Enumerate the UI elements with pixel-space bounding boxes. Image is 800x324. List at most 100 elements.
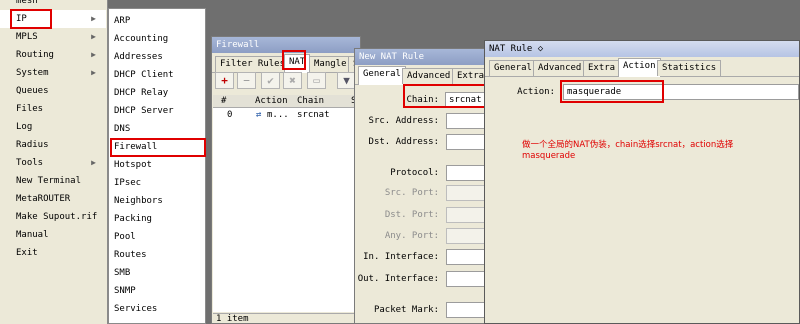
action-highlight-box bbox=[560, 80, 664, 103]
row-num: 0 bbox=[227, 110, 233, 120]
menu-item-new-terminal[interactable]: New Terminal bbox=[0, 172, 106, 190]
tab-filter-rules[interactable]: Filter Rules bbox=[215, 56, 291, 72]
annotation-note: 做一个全局的NAT伪装，chain选择srcnat，action选择 masqu… bbox=[522, 140, 792, 162]
nat-rule-tab-bar: General Advanced Extra Action Statistics bbox=[485, 57, 799, 77]
src-address-label: Src. Address: bbox=[368, 116, 439, 126]
main-menu: mesh IP ▶ MPLS ▶ Routing ▶ System ▶ Queues F… bbox=[0, 0, 108, 324]
menu-item-system[interactable]: System ▶ bbox=[0, 64, 106, 82]
action-label: Action: bbox=[517, 87, 555, 97]
menu-item-radius[interactable]: Radius bbox=[0, 136, 106, 154]
submenu-item-arp[interactable]: ARP bbox=[109, 12, 205, 30]
dst-address-field[interactable] bbox=[446, 134, 487, 150]
submenu-item-dhcp-client[interactable]: DHCP Client bbox=[109, 66, 205, 84]
submenu-item-dhcp-server[interactable]: DHCP Server bbox=[109, 102, 205, 120]
annotation-line-2: masquerade bbox=[522, 151, 576, 161]
menu-item-log[interactable]: Log bbox=[0, 118, 106, 136]
tab-statistics[interactable]: Statistics bbox=[657, 60, 722, 76]
title-diamond-icon: ◇ bbox=[537, 44, 544, 54]
submenu-item-smb[interactable]: SMB bbox=[109, 264, 205, 282]
row-action: m... bbox=[267, 110, 289, 120]
menu-item-label: mesh bbox=[16, 0, 38, 6]
nat-rule-title-bar[interactable]: NAT Rule ◇ bbox=[485, 41, 799, 57]
row-chain: srcnat bbox=[297, 110, 330, 120]
submenu-item-services[interactable]: Services bbox=[109, 300, 205, 318]
column-header-num[interactable]: # bbox=[221, 96, 226, 106]
tab-advanced[interactable]: Advanced bbox=[533, 60, 587, 76]
out-interface-select[interactable] bbox=[446, 271, 487, 287]
add-icon[interactable]: + bbox=[215, 72, 234, 89]
src-port-field[interactable] bbox=[446, 185, 487, 201]
submenu-item-dns[interactable]: DNS bbox=[109, 120, 205, 138]
menu-item-exit[interactable]: Exit bbox=[0, 244, 106, 262]
status-bar: 1 item bbox=[213, 313, 359, 324]
submenu-item-neighbors[interactable]: Neighbors bbox=[109, 192, 205, 210]
tab-general[interactable]: General bbox=[358, 66, 406, 85]
tab-mangle[interactable]: Mangle bbox=[309, 56, 352, 72]
menu-item-label: Files bbox=[16, 104, 44, 114]
nat-tab-highlight-box bbox=[282, 50, 306, 70]
tab-action[interactable]: Action bbox=[618, 58, 661, 77]
dst-address-label: Dst. Address: bbox=[368, 137, 439, 147]
menu-item-label: Radius bbox=[16, 140, 49, 150]
item-count: 1 item bbox=[216, 314, 249, 324]
menu-item-label: Queues bbox=[16, 86, 49, 96]
src-port-label: Src. Port: bbox=[384, 188, 439, 198]
protocol-label: Protocol: bbox=[390, 168, 439, 178]
dst-port-label: Dst. Port: bbox=[384, 210, 439, 220]
submenu-arrow-icon: ▶ bbox=[91, 158, 96, 167]
in-interface-label: In. Interface: bbox=[363, 252, 439, 262]
submenu-item-dhcp-relay[interactable]: DHCP Relay bbox=[109, 84, 205, 102]
dst-port-field[interactable] bbox=[446, 207, 487, 223]
submenu-item-accounting[interactable]: Accounting bbox=[109, 30, 205, 48]
firewall-highlight-box bbox=[110, 138, 206, 157]
menu-item-label: Tools bbox=[16, 158, 44, 168]
tab-general[interactable]: General bbox=[489, 60, 537, 76]
packet-mark-label: Packet Mark: bbox=[373, 305, 439, 315]
nat-rules-table: 0 ⇄ m... srcnat bbox=[213, 108, 359, 312]
tab-extra[interactable]: Extra bbox=[583, 60, 621, 76]
menu-item-label: MetaROUTER bbox=[16, 194, 71, 204]
out-interface-label: Out. Interface: bbox=[357, 274, 439, 284]
any-port-label: Any. Port: bbox=[384, 231, 439, 241]
submenu-item-hotspot[interactable]: Hotspot bbox=[109, 156, 205, 174]
masquerade-icon: ⇄ bbox=[256, 110, 262, 120]
submenu-arrow-icon: ▶ bbox=[91, 50, 96, 59]
column-header-chain[interactable]: Chain bbox=[297, 96, 324, 106]
menu-item-tools[interactable]: Tools ▶ bbox=[0, 154, 106, 172]
remove-icon[interactable]: − bbox=[237, 72, 256, 89]
protocol-select[interactable] bbox=[446, 165, 487, 181]
disable-icon[interactable]: ✖ bbox=[283, 72, 302, 89]
submenu-item-snmp[interactable]: SNMP bbox=[109, 282, 205, 300]
submenu-item-packing[interactable]: Packing bbox=[109, 210, 205, 228]
ip-highlight-box bbox=[10, 9, 52, 29]
menu-item-queues[interactable]: Queues bbox=[0, 82, 106, 100]
comment-icon[interactable]: ▭ bbox=[307, 72, 326, 89]
column-header-action[interactable]: Action bbox=[255, 96, 288, 106]
enable-icon[interactable]: ✔ bbox=[261, 72, 280, 89]
tab-advanced[interactable]: Advanced bbox=[402, 68, 456, 84]
menu-item-metarouter[interactable]: MetaROUTER bbox=[0, 190, 106, 208]
any-port-field[interactable] bbox=[446, 228, 487, 244]
menu-item-label: MPLS bbox=[16, 32, 38, 42]
menu-item-files[interactable]: Files bbox=[0, 100, 106, 118]
in-interface-select[interactable] bbox=[446, 249, 487, 265]
menu-item-label: Routing bbox=[16, 50, 54, 60]
submenu-item-ipsec[interactable]: IPsec bbox=[109, 174, 205, 192]
src-address-field[interactable] bbox=[446, 113, 487, 129]
table-row[interactable]: 0 ⇄ m... srcnat bbox=[213, 109, 359, 122]
menu-item-make-supout[interactable]: Make Supout.rif bbox=[0, 208, 106, 226]
submenu-item-addresses[interactable]: Addresses bbox=[109, 48, 205, 66]
new-nat-rule-title-bar[interactable]: New NAT Rule bbox=[355, 49, 487, 65]
packet-mark-select[interactable] bbox=[446, 302, 487, 318]
menu-item-mpls[interactable]: MPLS ▶ bbox=[0, 28, 106, 46]
menu-item-label: Log bbox=[16, 122, 33, 132]
menu-item-label: Exit bbox=[16, 248, 38, 258]
menu-item-manual[interactable]: Manual bbox=[0, 226, 106, 244]
window-title: NAT Rule bbox=[489, 44, 533, 54]
new-nat-rule-tab-bar: General Advanced Extra bbox=[355, 65, 490, 85]
annotation-line-1: 做一个全局的NAT伪装，chain选择srcnat，action选择 bbox=[522, 140, 734, 150]
menu-item-routing[interactable]: Routing ▶ bbox=[0, 46, 106, 64]
submenu-item-routes[interactable]: Routes bbox=[109, 246, 205, 264]
ip-submenu: ARP Accounting Addresses DHCP Client DHC… bbox=[108, 8, 206, 324]
submenu-item-pool[interactable]: Pool bbox=[109, 228, 205, 246]
